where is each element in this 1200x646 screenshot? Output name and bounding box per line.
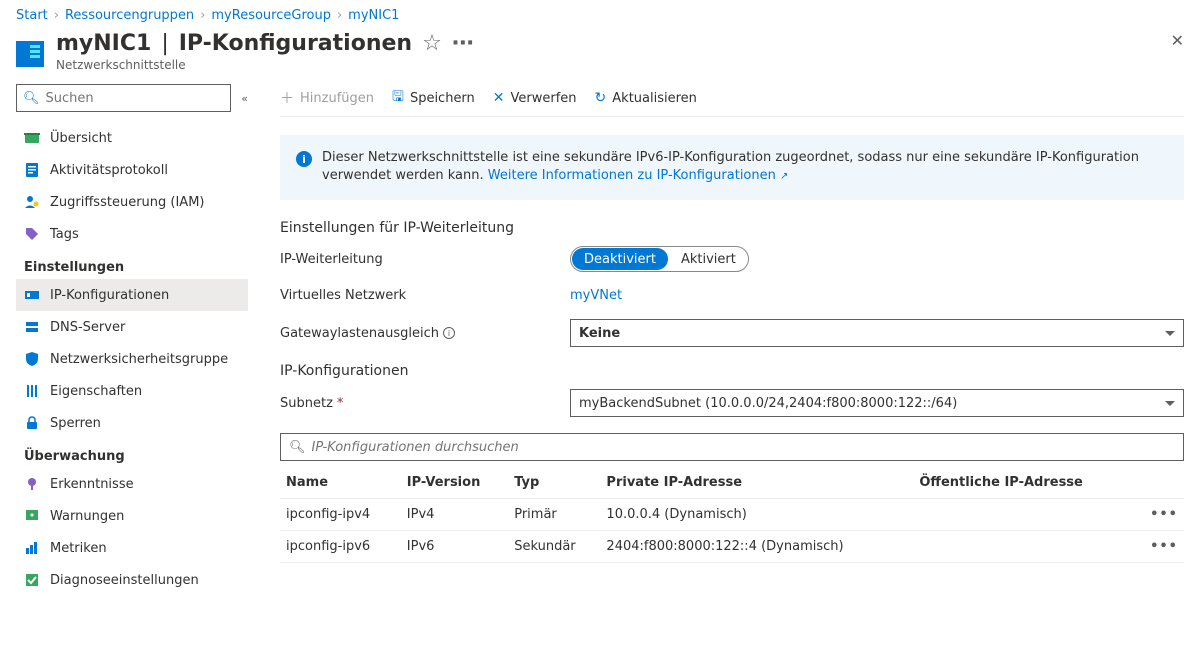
table-filter[interactable]: 🔍︎: [280, 433, 1184, 461]
search-icon: 🔍︎: [289, 440, 306, 455]
toggle-off[interactable]: Deaktiviert: [572, 248, 668, 270]
table-filter-input[interactable]: [312, 440, 1175, 455]
plus-icon: ＋: [280, 88, 294, 108]
star-icon[interactable]: ☆: [422, 31, 442, 56]
discard-button[interactable]: ✕Verwerfen: [493, 90, 577, 106]
breadcrumb-item[interactable]: myResourceGroup: [211, 8, 331, 23]
save-button[interactable]: 🖫Speichern: [392, 86, 475, 110]
dns-icon: [24, 319, 40, 335]
required-icon: *: [337, 396, 344, 411]
ipconfig-icon: [24, 287, 40, 303]
nav-locks[interactable]: Sperren: [16, 407, 248, 439]
info-icon: i: [296, 151, 312, 167]
close-icon[interactable]: ✕: [1171, 31, 1184, 50]
label-subnet: Subnetz *: [280, 396, 570, 411]
nav-ip-config[interactable]: IP-Konfigurationen: [16, 279, 248, 311]
nav-section-monitoring: Überwachung: [16, 439, 248, 468]
table-row[interactable]: ipconfig-ipv4 IPv4 Primär 10.0.0.4 (Dyna…: [280, 499, 1184, 531]
lock-icon: [24, 415, 40, 431]
subnet-select[interactable]: myBackendSubnet (10.0.0.0/24,2404:f800:8…: [570, 389, 1184, 417]
shield-icon: [24, 351, 40, 367]
table-row[interactable]: ipconfig-ipv6 IPv6 Sekundär 2404:f800:80…: [280, 531, 1184, 563]
nav-properties[interactable]: Eigenschaften: [16, 375, 248, 407]
col-version[interactable]: IP-Version: [401, 467, 508, 499]
col-public[interactable]: Öffentliche IP-Adresse: [913, 467, 1133, 499]
refresh-button[interactable]: ↻Aktualisieren: [595, 90, 697, 106]
chevron-right-icon: ›: [54, 8, 59, 23]
diag-icon: [24, 572, 40, 588]
info-banner: i Dieser Netzwerkschnittstelle ist eine …: [280, 135, 1184, 200]
nav-metrics[interactable]: Metriken: [16, 532, 248, 564]
resource-name: myNIC1: [56, 31, 151, 56]
chevron-right-icon: ›: [200, 8, 205, 23]
page-title: myNIC1 | IP-Konfigurationen ☆ ⋯: [56, 31, 474, 56]
col-private[interactable]: Private IP-Adresse: [600, 467, 913, 499]
nav-activity[interactable]: Aktivitätsprotokoll: [16, 154, 248, 186]
breadcrumb: Start › Ressourcengruppen › myResourceGr…: [0, 0, 1200, 31]
nav-iam[interactable]: Zugriffssteuerung (IAM): [16, 186, 248, 218]
tag-icon: [24, 226, 40, 242]
collapse-icon[interactable]: «: [241, 92, 248, 105]
nav-section-settings: Einstellungen: [16, 250, 248, 279]
toggle-on[interactable]: Aktiviert: [669, 247, 748, 271]
side-search-input[interactable]: [46, 91, 225, 106]
row-more-icon[interactable]: •••: [1134, 531, 1184, 563]
breadcrumb-item[interactable]: Start: [16, 8, 48, 23]
info-icon[interactable]: i: [443, 327, 455, 339]
toolbar: ＋Hinzufügen 🖫Speichern ✕Verwerfen ↻Aktua…: [280, 80, 1184, 117]
log-icon: [24, 162, 40, 178]
info-link[interactable]: Weitere Informationen zu IP-Konfiguratio…: [488, 168, 789, 183]
nav-nsg[interactable]: Netzwerksicherheitsgruppe: [16, 343, 248, 375]
search-icon: 🔍︎: [23, 91, 40, 106]
close-icon: ✕: [493, 90, 505, 106]
label-glb: Gatewaylastenausgleich i: [280, 326, 570, 341]
properties-icon: [24, 383, 40, 399]
iam-icon: [24, 194, 40, 210]
ipforward-toggle[interactable]: Deaktiviert Aktiviert: [570, 246, 749, 272]
subtitle: Netzwerkschnittstelle: [56, 58, 474, 72]
label-vnet: Virtuelles Netzwerk: [280, 288, 570, 303]
breadcrumb-item[interactable]: Ressourcengruppen: [65, 8, 194, 23]
refresh-icon: ↻: [595, 90, 607, 106]
metrics-icon: [24, 540, 40, 556]
label-ipforward: IP-Weiterleitung: [280, 252, 570, 267]
row-more-icon[interactable]: •••: [1134, 499, 1184, 531]
external-icon: ↗: [780, 171, 788, 182]
nav-insights[interactable]: Erkenntnisse: [16, 468, 248, 500]
blade-name: IP-Konfigurationen: [179, 31, 412, 56]
nav-alerts[interactable]: Warnungen: [16, 500, 248, 532]
add-button[interactable]: ＋Hinzufügen: [280, 88, 374, 108]
nav-overview[interactable]: Übersicht: [16, 122, 248, 154]
section-forwarding: Einstellungen für IP-Weiterleitung: [280, 220, 1184, 236]
save-icon: 🖫: [392, 86, 404, 110]
col-name[interactable]: Name: [280, 467, 401, 499]
col-type[interactable]: Typ: [508, 467, 600, 499]
insights-icon: [24, 476, 40, 492]
overview-icon: [24, 130, 40, 146]
nav-dns[interactable]: DNS-Server: [16, 311, 248, 343]
ipconfig-table: Name IP-Version Typ Private IP-Adresse Ö…: [280, 467, 1184, 563]
nic-icon: [16, 41, 44, 67]
glb-select[interactable]: Keine: [570, 319, 1184, 347]
side-search[interactable]: 🔍︎: [16, 84, 231, 112]
alert-icon: [24, 508, 40, 524]
nav-diag[interactable]: Diagnoseeinstellungen: [16, 564, 248, 596]
vnet-link[interactable]: myVNet: [570, 288, 622, 303]
more-icon[interactable]: ⋯: [452, 31, 474, 56]
section-ipconfig: IP-Konfigurationen: [280, 363, 1184, 379]
breadcrumb-item[interactable]: myNIC1: [348, 8, 399, 23]
nav-tags[interactable]: Tags: [16, 218, 248, 250]
chevron-right-icon: ›: [337, 8, 342, 23]
